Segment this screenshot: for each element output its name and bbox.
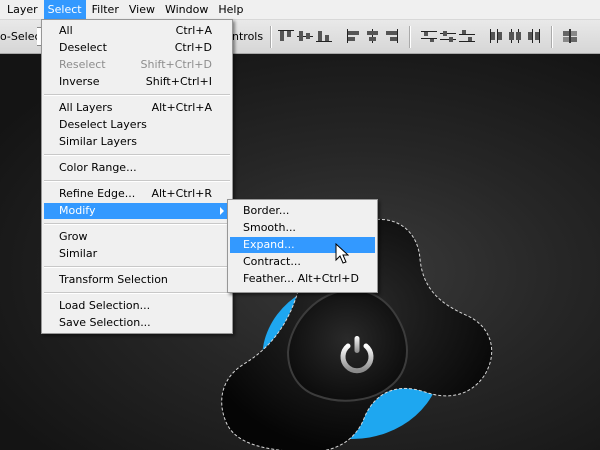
menu-item-feather[interactable]: Feather... Alt+Ctrl+D xyxy=(230,271,375,287)
menu-item-save-selection[interactable]: Save Selection... xyxy=(44,315,230,331)
menu-separator xyxy=(44,266,230,268)
toolbar-separator xyxy=(551,26,553,48)
menu-bar: Layer Select Filter View Window Help xyxy=(0,0,600,20)
menu-item-all[interactable]: All Ctrl+A xyxy=(44,23,230,39)
menu-item-contract[interactable]: Contract... xyxy=(230,254,375,270)
menu-item-refine-edge[interactable]: Refine Edge... Alt+Ctrl+R xyxy=(44,186,230,202)
menu-item-similar[interactable]: Similar xyxy=(44,246,230,262)
select-menu-dropdown: All Ctrl+A Deselect Ctrl+D Reselect Shift+C… xyxy=(41,19,233,334)
menu-select[interactable]: Select xyxy=(43,0,86,19)
align-left-icon[interactable] xyxy=(346,29,362,43)
menu-window[interactable]: Window xyxy=(161,0,212,19)
toolbar-separator xyxy=(270,26,272,48)
menu-item-smooth[interactable]: Smooth... xyxy=(230,220,375,236)
menu-item-transform-selection[interactable]: Transform Selection xyxy=(44,272,230,288)
menu-layer[interactable]: Layer xyxy=(0,0,42,19)
align-top-icon[interactable] xyxy=(278,29,294,43)
menu-filter[interactable]: Filter xyxy=(88,0,123,19)
align-bottom-icon[interactable] xyxy=(316,29,332,43)
distribute-top-icon[interactable] xyxy=(421,29,437,43)
menu-item-expand[interactable]: Expand... xyxy=(230,237,375,253)
align-hcenter-icon[interactable] xyxy=(365,29,381,43)
menu-item-border[interactable]: Border... xyxy=(230,203,375,219)
auto-align-icon[interactable] xyxy=(562,29,578,43)
distribute-vcenter-icon[interactable] xyxy=(440,29,456,43)
menu-item-color-range[interactable]: Color Range... xyxy=(44,160,230,176)
align-vcenter-icon[interactable] xyxy=(297,29,313,43)
menu-separator xyxy=(44,94,230,96)
distribute-left-icon[interactable] xyxy=(488,29,504,43)
menu-separator xyxy=(44,292,230,294)
show-transform-controls-label[interactable]: ntrols xyxy=(232,30,263,43)
distribute-bottom-icon[interactable] xyxy=(459,29,475,43)
menu-item-deselect-layers[interactable]: Deselect Layers xyxy=(44,117,230,133)
menu-item-grow[interactable]: Grow xyxy=(44,229,230,245)
menu-item-deselect[interactable]: Deselect Ctrl+D xyxy=(44,40,230,56)
distribute-hcenter-icon[interactable] xyxy=(507,29,523,43)
menu-item-load-selection[interactable]: Load Selection... xyxy=(44,298,230,314)
menu-item-similar-layers[interactable]: Similar Layers xyxy=(44,134,230,150)
menu-item-inverse[interactable]: Inverse Shift+Ctrl+I xyxy=(44,74,230,90)
menu-help[interactable]: Help xyxy=(214,0,247,19)
toolbar-separator xyxy=(409,26,411,48)
modify-submenu: Border... Smooth... Expand... Contract..… xyxy=(227,199,378,293)
menu-view[interactable]: View xyxy=(125,0,159,19)
menu-item-reselect: Reselect Shift+Ctrl+D xyxy=(59,58,212,71)
mouse-cursor-icon xyxy=(335,242,350,268)
menu-separator xyxy=(44,154,230,156)
menu-item-all-layers[interactable]: All Layers Alt+Ctrl+A xyxy=(44,100,230,116)
align-right-icon[interactable] xyxy=(384,29,400,43)
menu-separator xyxy=(44,223,230,225)
menu-item-modify[interactable]: Modify xyxy=(44,203,230,219)
submenu-arrow-icon xyxy=(220,207,224,215)
menu-separator xyxy=(44,180,230,182)
distribute-right-icon[interactable] xyxy=(526,29,542,43)
